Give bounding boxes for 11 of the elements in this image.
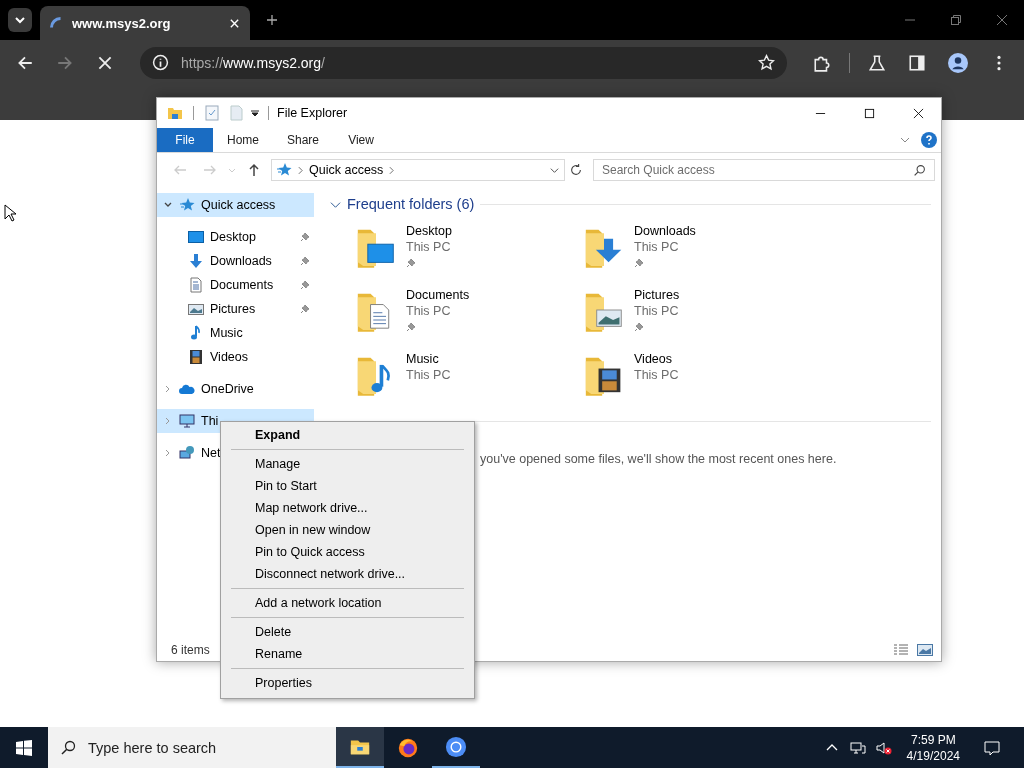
- folder-location: This PC: [634, 303, 680, 319]
- item-count: 6 items: [171, 643, 210, 657]
- folder-location: This PC: [406, 367, 451, 383]
- folder-location: This PC: [406, 303, 452, 319]
- folder-location: This PC: [634, 367, 679, 383]
- folder-location: This PC: [634, 239, 680, 255]
- window-title: File Explorer: [277, 106, 348, 120]
- tab-title: www.msys2.org: [72, 15, 172, 31]
- folder-location: This PC: [406, 239, 452, 255]
- url-text: https://www.msys2.org/: [181, 54, 326, 71]
- empty-state-message: you've opened some files, we'll show the most recent ones here.: [480, 452, 837, 466]
